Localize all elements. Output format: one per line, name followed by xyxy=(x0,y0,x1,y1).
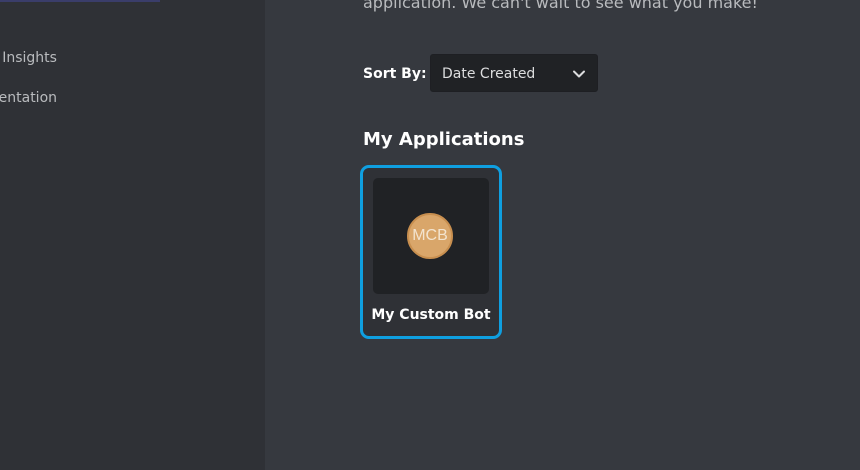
sort-by-label: Sort By: xyxy=(363,66,427,82)
sidebar-item-insights[interactable]: r Insights xyxy=(0,49,57,67)
sort-by-value: Date Created xyxy=(442,66,536,82)
my-applications-heading: My Applications xyxy=(363,129,525,150)
sidebar-item-documentation[interactable]: mentation xyxy=(0,89,57,107)
sidebar-divider xyxy=(0,0,160,2)
sidebar: s r Insights mentation xyxy=(0,0,265,470)
application-card[interactable]: MCB My Custom Bot xyxy=(360,165,502,339)
intro-text: application. We can't wait to see what y… xyxy=(363,0,758,12)
avatar: MCB xyxy=(407,213,453,259)
sort-by-dropdown[interactable]: Date Created xyxy=(430,54,598,92)
main-content: application. We can't wait to see what y… xyxy=(265,0,860,470)
application-name: My Custom Bot xyxy=(371,307,491,323)
chevron-down-icon xyxy=(573,70,585,78)
application-thumbnail: MCB xyxy=(373,178,489,294)
avatar-initials: MCB xyxy=(412,227,448,244)
